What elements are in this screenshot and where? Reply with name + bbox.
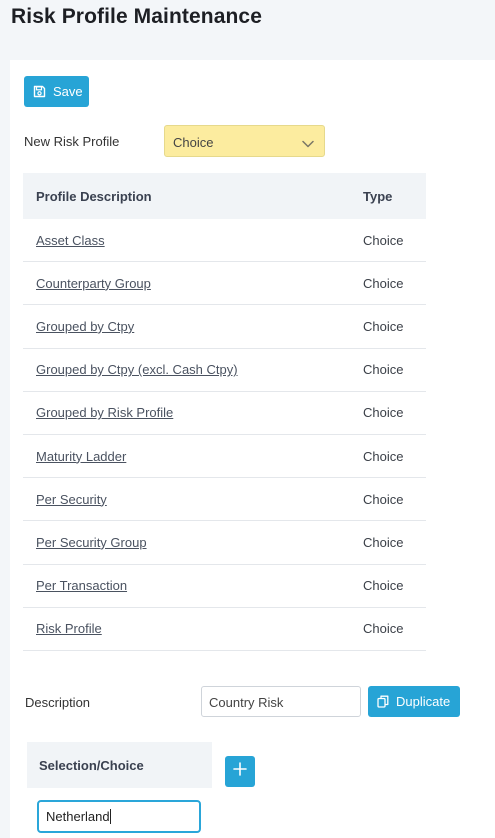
table-row: Counterparty Group Choice — [23, 262, 426, 306]
duplicate-button[interactable]: Duplicate — [368, 686, 460, 717]
add-choice-button[interactable] — [225, 756, 255, 787]
table-row: Per Transaction Choice — [23, 565, 426, 608]
floppy-disk-icon — [33, 85, 46, 98]
table-header: Profile Description Type — [23, 173, 426, 219]
profile-link[interactable]: Grouped by Ctpy (excl. Cash Ctpy) — [36, 362, 238, 377]
new-risk-profile-label: New Risk Profile — [24, 134, 120, 149]
content-card: Save New Risk Profile Choice Profile Des… — [10, 60, 495, 838]
table-row: Maturity Ladder Choice — [23, 435, 426, 479]
column-header-profile-description[interactable]: Profile Description — [23, 189, 363, 204]
profile-type: Choice — [363, 318, 404, 334]
profile-type: Choice — [363, 621, 404, 637]
profile-type: Choice — [363, 448, 404, 464]
save-button-label: Save — [53, 84, 83, 99]
profile-link[interactable]: Per Security Group — [36, 535, 147, 550]
table-row: Grouped by Risk Profile Choice — [23, 392, 426, 435]
profile-link[interactable]: Counterparty Group — [36, 276, 151, 291]
copy-icon — [377, 695, 389, 708]
profile-type: Choice — [363, 362, 404, 378]
choice-input-value: Netherland — [46, 809, 110, 824]
table-row: Risk Profile Choice — [23, 608, 426, 651]
selection-choice-header: Selection/Choice — [27, 742, 212, 788]
profile-type: Choice — [363, 232, 404, 248]
chevron-down-icon — [302, 136, 314, 151]
profile-link[interactable]: Per Security — [36, 492, 107, 507]
table-row: Grouped by Ctpy Choice — [23, 305, 426, 349]
profile-link[interactable]: Risk Profile — [36, 621, 102, 636]
choice-input[interactable]: Netherland — [37, 800, 201, 833]
plus-icon — [233, 762, 247, 781]
new-risk-profile-select[interactable]: Choice — [164, 125, 325, 157]
profile-type: Choice — [363, 534, 404, 550]
profile-link[interactable]: Per Transaction — [36, 578, 127, 593]
profile-link[interactable]: Asset Class — [36, 233, 105, 248]
table-row: Per Security Choice — [23, 478, 426, 522]
table-row: Asset Class Choice — [23, 219, 426, 263]
risk-profile-table: Profile Description Type Asset Class Cho… — [23, 173, 426, 651]
description-label: Description — [25, 695, 91, 710]
page-title: Risk Profile Maintenance — [11, 5, 262, 28]
table-row: Grouped by Ctpy (excl. Cash Ctpy) Choice — [23, 349, 426, 392]
description-input[interactable]: Country Risk — [201, 686, 361, 717]
table-row: Per Security Group Choice — [23, 521, 426, 565]
duplicate-button-label: Duplicate — [396, 694, 451, 709]
save-button[interactable]: Save — [24, 76, 89, 107]
profile-link[interactable]: Maturity Ladder — [36, 449, 126, 464]
profile-type: Choice — [363, 275, 404, 291]
profile-type: Choice — [363, 405, 404, 421]
new-risk-profile-selected-value: Choice — [173, 135, 214, 150]
text-caret — [109, 809, 111, 824]
column-header-type[interactable]: Type — [363, 189, 426, 204]
profile-link[interactable]: Grouped by Risk Profile — [36, 405, 173, 420]
profile-type: Choice — [363, 578, 404, 594]
profile-type: Choice — [363, 491, 404, 507]
profile-link[interactable]: Grouped by Ctpy — [36, 319, 134, 334]
